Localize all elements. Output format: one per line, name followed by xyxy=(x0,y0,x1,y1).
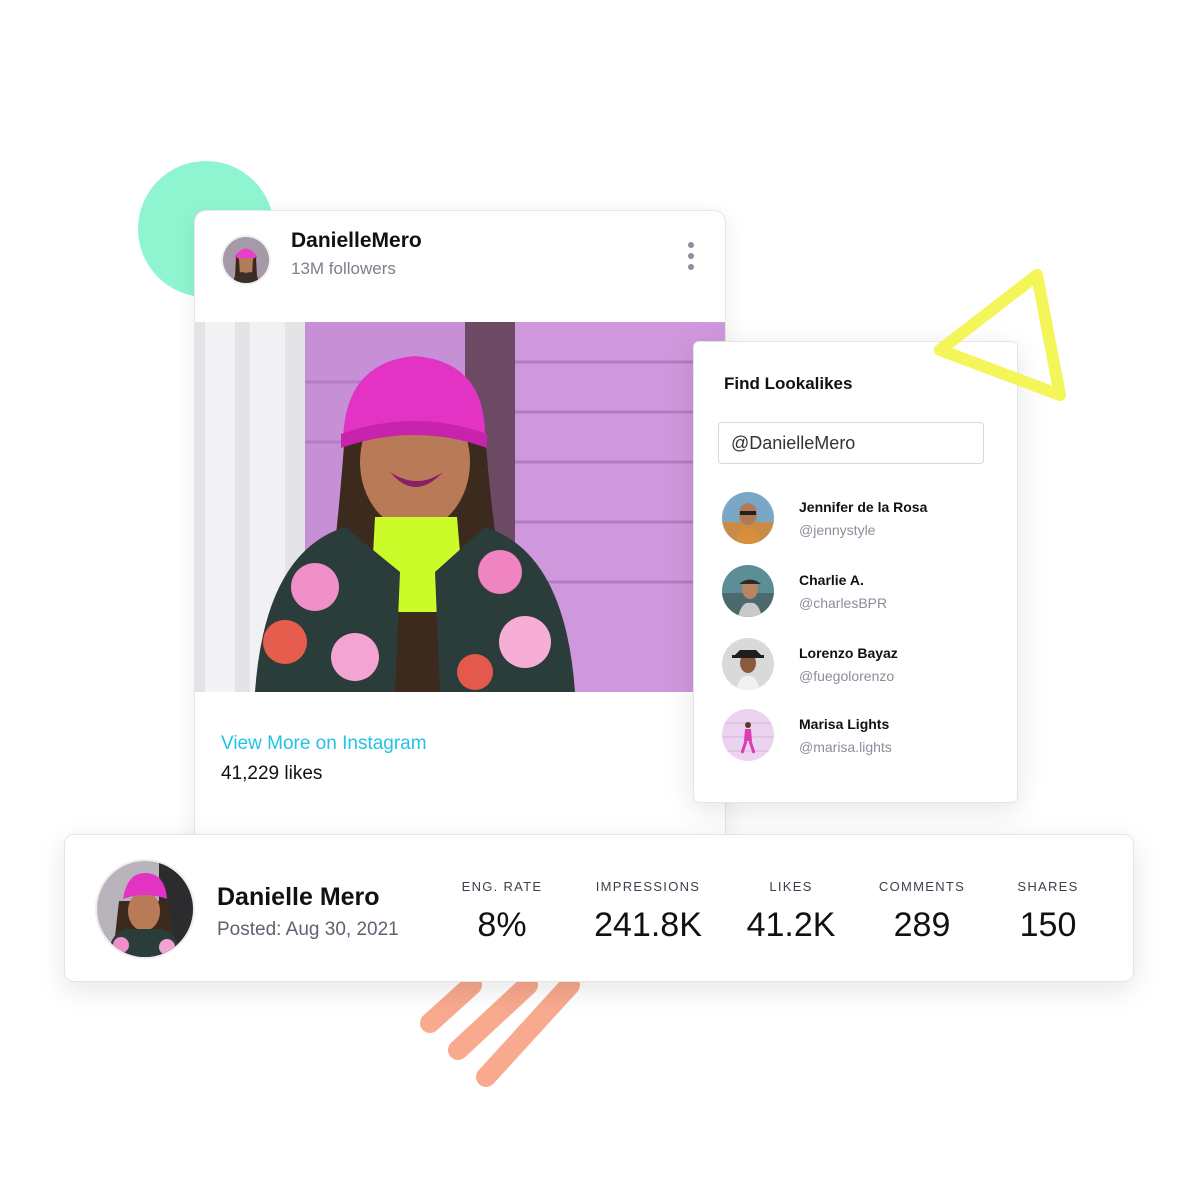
lookalike-name: Lorenzo Bayaz xyxy=(799,645,898,661)
lookalike-item[interactable]: Lorenzo Bayaz @fuegolorenzo xyxy=(720,638,1000,694)
metric-eng-rate: ENG. RATE 8% xyxy=(432,879,572,945)
lookalike-name: Jennifer de la Rosa xyxy=(799,499,928,515)
post-header: DanielleMero 13M followers xyxy=(195,211,725,321)
panel-title: Find Lookalikes xyxy=(724,374,853,393)
post-photo[interactable] xyxy=(195,322,725,692)
metric-shares: SHARES 150 xyxy=(978,879,1118,945)
lookalike-handle: @charlesBPR xyxy=(799,595,888,611)
metric-label: LIKES xyxy=(769,879,813,894)
instagram-post-card: DanielleMero 13M followers View More on … xyxy=(194,210,726,852)
metric-label: SHARES xyxy=(1017,879,1079,894)
lookalike-name: Charlie A. xyxy=(799,572,864,588)
decorative-yellow-triangle xyxy=(934,269,1066,401)
vertical-ellipsis-icon xyxy=(679,242,703,270)
post-username[interactable]: DanielleMero xyxy=(291,229,422,253)
decorative-salmon-stripes xyxy=(420,975,580,1087)
metric-value: 150 xyxy=(1019,906,1077,944)
lookalike-item[interactable]: Charlie A. @charlesBPR xyxy=(720,565,1000,621)
more-options-button[interactable] xyxy=(679,239,703,279)
lookalike-search-input[interactable] xyxy=(718,422,984,464)
lookalike-item[interactable]: Marisa Lights @marisa.lights xyxy=(720,709,1000,765)
post-stats-bar: Danielle Mero Posted: Aug 30, 2021 ENG. … xyxy=(64,834,1134,982)
post-like-count: 41,229 likes xyxy=(221,763,323,784)
lookalike-handle: @jennystyle xyxy=(799,522,876,538)
avatar xyxy=(722,638,774,690)
metric-label: ENG. RATE xyxy=(461,879,543,894)
metric-value: 41.2K xyxy=(746,906,836,944)
creator-name: Danielle Mero xyxy=(217,883,380,911)
lookalike-handle: @marisa.lights xyxy=(799,739,892,755)
post-follower-count: 13M followers xyxy=(291,259,396,278)
metric-value: 241.8K xyxy=(594,906,702,944)
posted-date: Posted: Aug 30, 2021 xyxy=(217,919,399,940)
avatar xyxy=(722,709,774,761)
metric-value: 289 xyxy=(893,906,951,944)
avatar xyxy=(722,565,774,617)
metric-impressions: IMPRESSIONS 241.8K xyxy=(578,879,718,945)
lookalike-name: Marisa Lights xyxy=(799,716,890,732)
metric-comments: COMMENTS 289 xyxy=(852,879,992,945)
view-on-instagram-link[interactable]: View More on Instagram xyxy=(221,733,427,755)
metric-value: 8% xyxy=(477,906,527,944)
lookalike-handle: @fuegolorenzo xyxy=(799,668,895,684)
post-avatar[interactable] xyxy=(221,235,271,285)
metric-label: COMMENTS xyxy=(878,879,966,894)
stats-avatar[interactable] xyxy=(95,859,195,959)
metric-likes: LIKES 41.2K xyxy=(721,879,861,945)
lookalike-item[interactable]: Jennifer de la Rosa @jennystyle xyxy=(720,492,1000,548)
metric-label: IMPRESSIONS xyxy=(595,879,701,894)
avatar xyxy=(722,492,774,544)
